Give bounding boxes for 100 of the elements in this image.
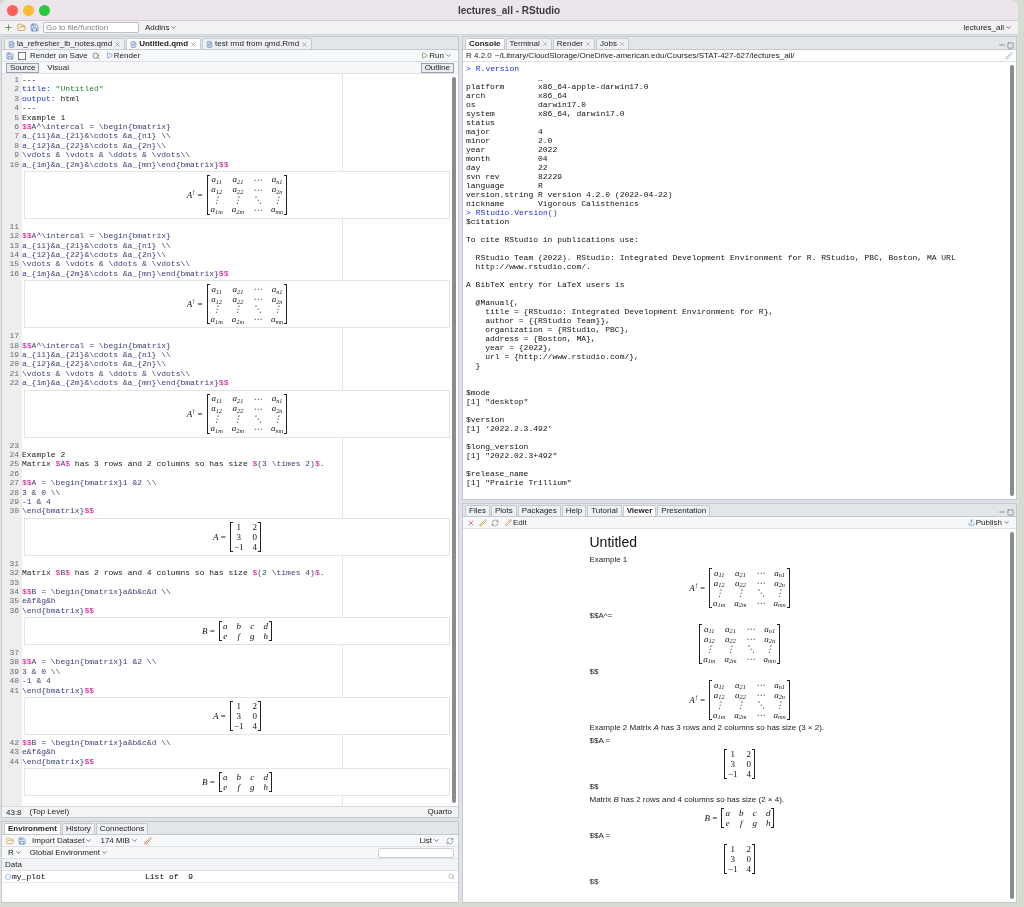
file-type-button[interactable]: Quarto	[425, 807, 454, 817]
pane-tab[interactable]: Render	[552, 38, 596, 49]
save-icon[interactable]	[18, 836, 26, 845]
variable-name[interactable]: my_plot	[5, 872, 145, 881]
matrix-entry: ⋯	[745, 634, 755, 644]
editor-tab[interactable]: test rmd from qmd.Rmd	[202, 38, 313, 49]
matrix-entry: 4	[746, 864, 752, 874]
new-file-icon[interactable]	[4, 23, 13, 32]
matrix-entry: c	[250, 772, 255, 783]
close-icon[interactable]	[618, 41, 625, 47]
pane-tab[interactable]: Help	[561, 505, 587, 516]
line-number: 34	[8, 586, 19, 597]
import-dataset-button[interactable]: Import Dataset	[30, 835, 95, 846]
matrix-entry: f	[237, 782, 240, 793]
close-icon[interactable]	[585, 41, 592, 47]
close-icon[interactable]	[190, 40, 198, 48]
scrollbar[interactable]	[452, 77, 456, 803]
pane-tab[interactable]: Packages	[517, 505, 561, 516]
open-folder-icon[interactable]	[17, 23, 26, 32]
caret-icon	[130, 837, 138, 844]
edit-button[interactable]: Edit	[503, 517, 529, 528]
caret-icon	[1003, 519, 1010, 526]
matrix-entry: ⋮	[233, 304, 243, 315]
output-text: url = {http://www.rstudio.com/},	[484, 352, 639, 361]
addins-button[interactable]: Addins	[143, 22, 180, 33]
save-icon[interactable]	[6, 51, 14, 60]
code-line: a_{12}&a_{22}&\cdots &a_{2n}\\	[22, 250, 167, 260]
matrix-entry: a$_{n1}$	[764, 623, 776, 635]
code-line: a_{11}&a_{21}&\cdots &a_{n1} \\	[22, 131, 171, 141]
pane-tab[interactable]: Terminal	[505, 38, 552, 49]
pane-tab[interactable]: Presentation	[657, 505, 711, 516]
close-icon[interactable]	[541, 41, 548, 47]
matrix-entry: 2	[252, 701, 257, 711]
search-icon[interactable]	[91, 51, 100, 60]
line-number: 12	[8, 231, 19, 241]
pane-tab[interactable]: Jobs	[596, 38, 629, 49]
pane-tab[interactable]: Connections	[95, 823, 149, 834]
render-button[interactable]: Render	[103, 50, 143, 61]
mode-toggle[interactable]: Visual	[43, 62, 73, 73]
search-icon[interactable]	[448, 873, 455, 880]
matrix-entry: ⋱	[755, 588, 765, 598]
search-field[interactable]: Go to file/function	[43, 22, 139, 33]
scrollbar[interactable]	[1010, 532, 1014, 899]
maximize-icon[interactable]	[1007, 509, 1014, 516]
pane-tab[interactable]: Console	[465, 38, 505, 49]
pane-tab[interactable]: Files	[465, 505, 490, 516]
stop-icon[interactable]	[467, 518, 475, 527]
mode-toggle[interactable]: Source	[6, 62, 40, 73]
scrollbar[interactable]	[1010, 65, 1014, 496]
broom-icon[interactable]	[1005, 51, 1013, 60]
maximize-icon[interactable]	[1007, 42, 1014, 49]
pane-tab[interactable]: Environment	[4, 823, 61, 834]
broom-icon[interactable]	[143, 836, 152, 845]
open-folder-icon[interactable]	[6, 836, 14, 845]
environment-button[interactable]: Global Environment	[27, 847, 111, 858]
save-icon[interactable]	[30, 23, 39, 32]
search-field[interactable]	[378, 847, 454, 858]
line-number: 31	[8, 558, 19, 569]
code-line: $$B = \begin{bmatrix}a&b&c&d \\	[22, 738, 171, 748]
close-icon[interactable]	[301, 40, 309, 48]
code-line: Example 1	[22, 112, 66, 122]
publish-button[interactable]: Publish	[965, 517, 1012, 528]
minimize-button[interactable]	[23, 4, 34, 16]
pane-tab[interactable]: Plots	[490, 505, 517, 516]
matrix-entry: −1	[727, 864, 738, 874]
matrix-entry: ⋯	[755, 680, 765, 690]
close-button[interactable]	[7, 4, 18, 16]
matrix-entry: ⋮	[714, 700, 724, 710]
line-number: 42	[8, 738, 19, 748]
checkbox[interactable]	[18, 51, 26, 60]
minimize-icon[interactable]	[998, 508, 1006, 516]
minimize-icon[interactable]	[998, 41, 1006, 49]
project-button[interactable]: lectures_all	[961, 22, 1014, 33]
pane-tab[interactable]: Tutorial	[587, 505, 622, 516]
close-icon[interactable]	[114, 40, 122, 48]
outline-button[interactable]: Outline	[420, 62, 454, 73]
upload-icon	[967, 519, 975, 526]
scope-button[interactable]: (Top Level)	[27, 807, 72, 817]
zoom-button[interactable]	[39, 4, 50, 16]
matrix-entry: ⋮	[212, 304, 222, 315]
refresh-icon[interactable]	[446, 836, 454, 845]
view-mode-button[interactable]: List	[417, 835, 442, 846]
matrix-entry: a$_{mn}$	[773, 597, 786, 609]
broom-icon[interactable]	[479, 518, 487, 527]
code-line: title: "Untitled"	[22, 84, 104, 94]
language-button[interactable]: R	[6, 847, 24, 858]
matrix-entry: d	[263, 772, 268, 783]
editor-tab[interactable]: Untitled.qmd	[126, 38, 202, 49]
matrix-entry: c	[250, 621, 255, 632]
code-line: 3 & 0 \\	[22, 666, 61, 677]
paragraph: $$	[589, 667, 600, 677]
matrix-entry: a	[222, 621, 228, 632]
editor-tab[interactable]: la_refresher_lb_notes.qmd	[4, 38, 126, 49]
pane-tab[interactable]: Viewer	[622, 505, 657, 516]
matrix-entry: a$_{1m}$	[713, 709, 726, 721]
run-button[interactable]: Run	[419, 50, 454, 61]
pane-tab[interactable]: History	[61, 823, 95, 834]
memory-button[interactable]: 174 MiB	[98, 835, 140, 846]
refresh-icon[interactable]	[491, 518, 499, 527]
matrix-entry: a$_{1m}$	[703, 653, 716, 665]
